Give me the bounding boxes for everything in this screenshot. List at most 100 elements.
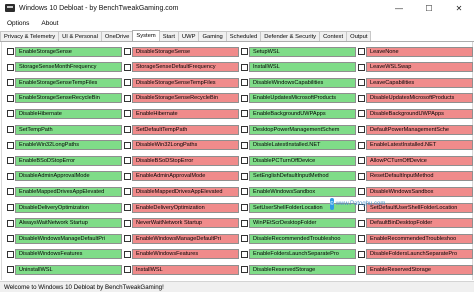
option-button[interactable]: EnableStorageSenseRecycleBin <box>15 93 122 104</box>
option-checkbox[interactable] <box>124 235 131 243</box>
option-button[interactable]: DisableLatestInstalled.NET <box>249 140 356 151</box>
option-button[interactable]: DisableWindowsCapabilities <box>249 77 356 88</box>
option-button[interactable]: DisableUpdatesMicrosoftProducts <box>366 93 473 104</box>
option-checkbox[interactable] <box>241 266 248 274</box>
minimize-button[interactable]: — <box>384 0 414 16</box>
option-checkbox[interactable] <box>358 172 365 180</box>
option-checkbox[interactable] <box>124 79 131 87</box>
option-checkbox[interactable] <box>124 126 131 133</box>
option-checkbox[interactable] <box>124 157 131 165</box>
option-checkbox[interactable] <box>358 63 365 71</box>
maximize-button[interactable]: ☐ <box>414 0 444 16</box>
option-button[interactable]: DisableBSoDStopError <box>132 155 239 166</box>
tab-defender-security[interactable]: Defender & Security <box>260 31 321 41</box>
option-checkbox[interactable] <box>241 204 248 211</box>
option-button[interactable]: EnableRecommendedTroubleshoo <box>366 233 473 244</box>
tab-scheduled[interactable]: Scheduled <box>225 31 262 41</box>
option-button[interactable]: DisableWindowsManageDefaultPri <box>15 233 122 244</box>
tab-start[interactable]: Start <box>158 31 179 41</box>
option-checkbox[interactable] <box>241 157 248 165</box>
option-checkbox[interactable] <box>124 94 131 102</box>
option-button[interactable]: NeverWaitNetwork Startup <box>132 218 239 229</box>
option-checkbox[interactable] <box>358 110 365 118</box>
option-checkbox[interactable] <box>358 235 365 243</box>
option-button[interactable]: InstallWSL <box>132 264 239 275</box>
option-checkbox[interactable] <box>358 79 365 87</box>
option-checkbox[interactable] <box>7 94 14 102</box>
option-button[interactable]: EnableBSoDStopError <box>15 155 122 166</box>
option-checkbox[interactable] <box>241 188 248 196</box>
option-checkbox[interactable] <box>7 110 14 118</box>
option-checkbox[interactable] <box>241 126 248 133</box>
option-checkbox[interactable] <box>124 266 131 274</box>
option-button[interactable]: DisableStorageSenseTempFiles <box>132 77 239 88</box>
tab-uwp[interactable]: UWP <box>177 31 200 41</box>
option-button[interactable]: EnableDeliveryOptimization <box>132 202 239 213</box>
option-checkbox[interactable] <box>124 204 131 211</box>
option-button[interactable]: InstallWSL <box>249 62 356 73</box>
option-button[interactable]: DesktopPowerManagementSchem <box>249 124 356 135</box>
option-checkbox[interactable] <box>358 157 365 165</box>
option-checkbox[interactable] <box>7 266 14 274</box>
option-checkbox[interactable] <box>241 172 248 180</box>
close-button[interactable]: ✕ <box>444 0 474 16</box>
option-button[interactable]: ResetDefaultInputMethod <box>366 171 473 182</box>
option-checkbox[interactable] <box>7 172 14 180</box>
option-checkbox[interactable] <box>7 235 14 243</box>
option-button[interactable]: DisableWindowsSandbox <box>366 186 473 197</box>
tab-ui-personal[interactable]: UI & Personal <box>58 31 102 41</box>
option-button[interactable]: EnableBackgroundUWPApps <box>249 108 356 119</box>
option-button[interactable]: SetEnglishDefaultInputMethod <box>249 171 356 182</box>
option-checkbox[interactable] <box>124 48 131 55</box>
option-button[interactable]: DisableHibernate <box>15 108 122 119</box>
option-checkbox[interactable] <box>241 250 248 258</box>
option-button[interactable]: DisablePCTurnOffDevice <box>249 155 356 166</box>
tab-system[interactable]: System <box>132 30 160 41</box>
option-button[interactable]: StorageSenseMonthFrequency <box>15 62 122 73</box>
option-button[interactable]: UninstallWSL <box>15 264 122 275</box>
option-checkbox[interactable] <box>124 188 131 196</box>
option-checkbox[interactable] <box>241 48 248 55</box>
option-button[interactable]: EnableStorageSenseTempFiles <box>15 77 122 88</box>
menu-about[interactable]: About <box>41 20 58 27</box>
option-checkbox[interactable] <box>7 219 14 227</box>
option-button[interactable]: DisableWindowsFeatures <box>15 249 122 260</box>
option-button[interactable]: EnableAdminApprovalMode <box>132 171 239 182</box>
tab-gaming[interactable]: Gaming <box>198 31 227 41</box>
option-checkbox[interactable] <box>7 141 14 149</box>
option-checkbox[interactable] <box>7 204 14 211</box>
option-button[interactable]: DisableStorageSense <box>132 46 239 57</box>
option-button[interactable]: EnableWin32LongPaths <box>15 140 122 151</box>
option-button[interactable]: LeaveNone <box>366 46 473 57</box>
option-button[interactable]: DisableStorageSenseRecycleBin <box>132 93 239 104</box>
option-checkbox[interactable] <box>7 48 14 55</box>
option-button[interactable]: DefaultBinDesktopFolder <box>366 218 473 229</box>
option-checkbox[interactable] <box>7 126 14 133</box>
option-button[interactable]: DefaultPowerManagementSche <box>366 124 473 135</box>
tab-output[interactable]: Output <box>346 31 372 41</box>
option-button[interactable]: SetTempPath <box>15 124 122 135</box>
option-button[interactable]: EnableWindowsManageDefaultPri <box>132 233 239 244</box>
option-checkbox[interactable] <box>358 266 365 274</box>
option-checkbox[interactable] <box>358 219 365 227</box>
option-button[interactable]: DisableDeliveryOptimization <box>15 202 122 213</box>
option-button[interactable]: WinPEtScrDesktopFolder <box>249 218 356 229</box>
option-checkbox[interactable] <box>7 250 14 258</box>
option-button[interactable]: EnableFoldersLaunchSeparatePro <box>249 249 356 260</box>
option-checkbox[interactable] <box>7 63 14 71</box>
option-checkbox[interactable] <box>124 141 131 149</box>
option-checkbox[interactable] <box>358 141 365 149</box>
option-button[interactable]: LeaveWSLSwap <box>366 62 473 73</box>
option-checkbox[interactable] <box>124 250 131 258</box>
option-checkbox[interactable] <box>124 63 131 71</box>
option-button[interactable]: EnableUpdatesMicrosoftProducts <box>249 93 356 104</box>
option-checkbox[interactable] <box>241 219 248 227</box>
option-button[interactable]: AllowPCTurnOffDevice <box>366 155 473 166</box>
option-checkbox[interactable] <box>358 126 365 133</box>
option-button[interactable]: DisableRecommendedTroubleshoo <box>249 233 356 244</box>
option-button[interactable]: DisableMappedDrivesAppElevated <box>132 186 239 197</box>
option-checkbox[interactable] <box>358 188 365 196</box>
option-checkbox[interactable] <box>241 63 248 71</box>
option-button[interactable]: EnableWindowsFeatures <box>132 249 239 260</box>
option-checkbox[interactable] <box>7 157 14 165</box>
